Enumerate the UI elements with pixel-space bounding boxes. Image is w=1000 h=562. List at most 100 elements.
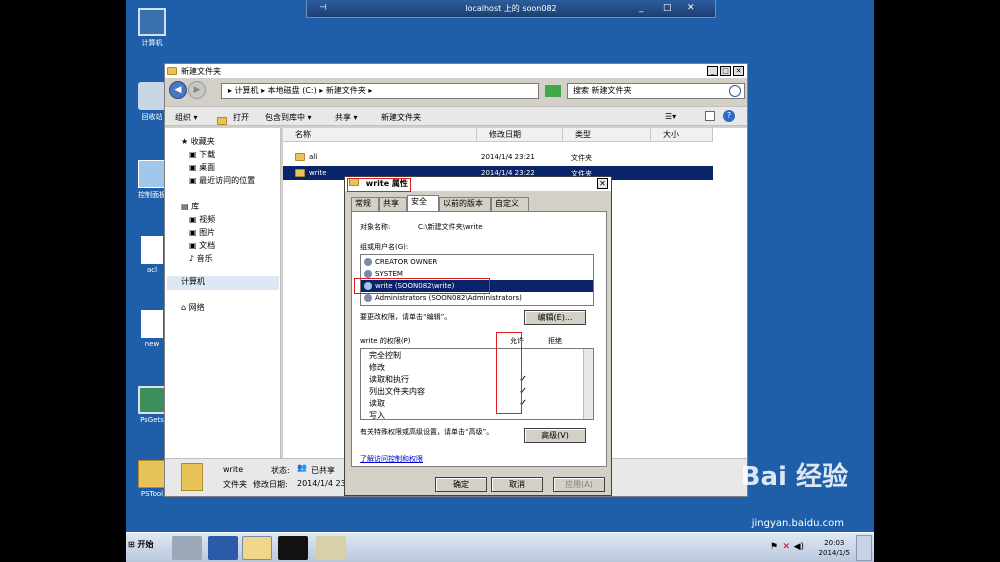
taskbar: ⊞ 开始 ⚑ ✕ ◀) 20:03 2014/1/5	[126, 532, 874, 562]
explorer-title-bar[interactable]: 新建文件夹 _ □ ✕	[165, 64, 747, 78]
column-header-name[interactable]: 名称	[283, 128, 477, 142]
pin-icon[interactable]: ⊣	[319, 3, 327, 13]
tab-customize[interactable]: 自定义	[491, 197, 529, 211]
preview-pane-icon[interactable]	[705, 111, 715, 121]
folder-icon	[295, 153, 305, 161]
close-icon[interactable]: ✕	[687, 3, 695, 13]
dialog-title-bar[interactable]: write 属性 ✕	[345, 177, 611, 191]
application-icon	[138, 386, 166, 414]
details-state-value: 已共享	[311, 466, 335, 475]
details-modified-value: 2014/1/4 23	[297, 479, 346, 488]
show-desktop-button[interactable]	[856, 535, 872, 561]
explorer-title: 新建文件夹	[181, 66, 221, 76]
folder-icon	[138, 460, 166, 488]
list-item[interactable]: Administrators (SOON082\Administrators)	[361, 292, 593, 304]
shared-users-icon: 👥	[297, 463, 307, 472]
list-item-selected[interactable]: write (SOON082\write)	[361, 280, 593, 292]
baidu-watermark-url: jingyan.baidu.com	[751, 518, 844, 529]
nav-item-recent[interactable]: ▣ 最近访问的位置	[189, 175, 255, 186]
permission-row: 完全控制	[369, 351, 401, 360]
recycle-bin-icon	[138, 82, 166, 110]
search-input[interactable]: 搜索 新建文件夹	[567, 83, 745, 99]
permission-row: 列出文件夹内容 ✓	[369, 386, 528, 397]
minimize-icon[interactable]: _	[639, 3, 644, 13]
user-list[interactable]: CREATOR OWNER SYSTEM write (SOON082\writ…	[360, 254, 594, 306]
permission-row: 修改	[369, 363, 385, 372]
close-icon[interactable]: ✕	[733, 66, 744, 76]
edit-button[interactable]: 编辑(E)...	[524, 310, 586, 325]
permission-row: 写入	[369, 411, 385, 420]
user-group-icon	[364, 270, 372, 278]
nav-item-music[interactable]: ♪ 音乐	[189, 253, 213, 264]
permission-label: write 的权限(P)	[360, 337, 411, 345]
ok-button[interactable]: 确定	[435, 477, 487, 492]
explorer-taskbar-icon[interactable]	[242, 536, 272, 560]
nav-item-network[interactable]: ⌂ 网络	[181, 302, 205, 313]
volume-icon[interactable]: ◀)	[794, 542, 804, 552]
tab-sharing[interactable]: 共享	[379, 197, 407, 211]
nav-item-desktop[interactable]: ▣ 桌面	[189, 162, 215, 173]
flag-icon[interactable]: ⚑	[770, 542, 778, 552]
minimize-icon[interactable]: _	[707, 66, 718, 76]
view-options-icon[interactable]: ☰▾	[665, 112, 676, 121]
include-in-library-button[interactable]: 包含到库中 ▾	[265, 112, 312, 123]
restore-icon[interactable]: □	[663, 3, 672, 13]
properties-dialog: write 属性 ✕ 常规 共享 安全 以前的版本 自定义 对象名称: C:\新…	[344, 176, 612, 496]
navigation-pane: ★ 收藏夹 ▣ 下载 ▣ 桌面 ▣ 最近访问的位置 ▤ 库 ▣ 视频 ▣ 图片 …	[165, 128, 281, 458]
nav-item-libraries[interactable]: ▤ 库	[181, 201, 199, 212]
nav-item-downloads[interactable]: ▣ 下载	[189, 149, 215, 160]
share-button[interactable]: 共享 ▾	[335, 112, 358, 123]
organize-button[interactable]: 组织 ▾	[175, 112, 198, 123]
close-icon[interactable]: ✕	[597, 178, 608, 189]
document-icon	[141, 310, 163, 338]
scrollbar[interactable]	[583, 349, 593, 419]
remote-connection-title: localhost 上的 soon082	[465, 4, 557, 13]
nav-item-pictures[interactable]: ▣ 图片	[189, 227, 215, 238]
network-icon[interactable]: ✕	[782, 542, 790, 552]
advanced-button[interactable]: 高级(V)	[524, 428, 586, 443]
maximize-icon[interactable]: □	[720, 66, 731, 76]
change-permission-hint: 要更改权限，请单击“编辑”。	[360, 313, 452, 321]
forward-button[interactable]: ▶	[188, 81, 206, 99]
control-panel-icon	[138, 160, 166, 188]
details-state-label: 状态:	[271, 466, 290, 475]
permission-row: 读取和执行 ✓	[369, 374, 528, 385]
desktop-icon-computer[interactable]: 计算机	[130, 8, 174, 48]
tab-previous-versions[interactable]: 以前的版本	[439, 197, 491, 211]
new-folder-button[interactable]: 新建文件夹	[381, 112, 421, 123]
column-header-size[interactable]: 大小	[651, 128, 713, 142]
tab-security[interactable]: 安全	[407, 195, 439, 212]
list-item[interactable]: SYSTEM	[361, 268, 593, 280]
search-icon[interactable]	[729, 85, 741, 97]
nav-item-favorites[interactable]: ★ 收藏夹	[181, 136, 215, 147]
list-item[interactable]: CREATOR OWNER	[361, 256, 593, 268]
computer-icon	[138, 8, 166, 36]
open-button[interactable]: 打开	[233, 112, 249, 123]
command-bar: 组织 ▾ 打开 包含到库中 ▾ 共享 ▾ 新建文件夹 ☰▾ ?	[165, 106, 747, 126]
command-prompt-icon[interactable]	[278, 536, 308, 560]
column-header-date[interactable]: 修改日期	[477, 128, 563, 142]
object-name-label: 对象名称:	[360, 223, 391, 231]
application-icon[interactable]	[316, 536, 346, 560]
back-button[interactable]: ◀	[169, 81, 187, 99]
deny-header: 拒绝	[548, 337, 562, 345]
start-button[interactable]: ⊞ 开始	[128, 539, 154, 550]
help-icon[interactable]: ?	[723, 110, 735, 122]
learn-access-control-link[interactable]: 了解访问控制和权限	[360, 454, 423, 464]
apply-button[interactable]: 应用(A)	[553, 477, 605, 492]
server-manager-icon[interactable]	[172, 536, 202, 560]
clock[interactable]: 20:03 2014/1/5	[819, 538, 850, 558]
user-group-icon	[364, 294, 372, 302]
refresh-icon[interactable]	[545, 85, 561, 97]
tab-general[interactable]: 常规	[351, 197, 379, 211]
document-icon	[141, 236, 163, 264]
nav-item-documents[interactable]: ▣ 文档	[189, 240, 215, 251]
allow-header: 允许	[510, 337, 524, 345]
column-header-type[interactable]: 类型	[563, 128, 651, 142]
cancel-button[interactable]: 取消	[491, 477, 543, 492]
powershell-icon[interactable]	[208, 536, 238, 560]
address-bar[interactable]: ▸ 计算机 ▸ 本地磁盘 (C:) ▸ 新建文件夹 ▸	[221, 83, 539, 99]
file-row[interactable]: all 2014/1/4 23:21 文件夹	[283, 150, 713, 164]
nav-item-videos[interactable]: ▣ 视频	[189, 214, 215, 225]
nav-item-computer[interactable]: 计算机	[167, 276, 279, 290]
